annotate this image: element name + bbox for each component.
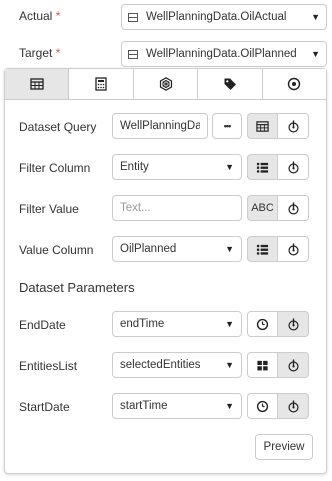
settings-panel: Dataset Query WellPlanningDa ••• Filter … (4, 68, 327, 474)
target-circle-icon (288, 77, 301, 91)
list-mode-button[interactable] (247, 154, 278, 180)
clock-mode-button[interactable] (247, 393, 278, 419)
param-label-enddate: EndDate (19, 318, 66, 332)
actual-label: Actual * (19, 9, 60, 23)
required-mark: * (55, 9, 61, 23)
binding-dial-icon (287, 242, 299, 255)
tab-target[interactable] (262, 69, 327, 99)
binding-dial-icon (287, 317, 299, 330)
param-select-enddate[interactable]: endTime ▼ (112, 311, 242, 337)
filter-column-mode-group (247, 154, 309, 180)
binding-mode-button[interactable] (278, 352, 309, 378)
table-icon (256, 120, 269, 132)
value-column-select[interactable]: OilPlanned ▼ (112, 236, 242, 262)
caret-down-icon: ▼ (311, 12, 320, 22)
tab-tag[interactable] (198, 69, 263, 99)
target-select-value: WellPlanningData.OilPlanned (146, 48, 297, 60)
param-mode-group-startdate (247, 393, 309, 419)
list-icon (256, 244, 269, 255)
tab-network[interactable] (133, 69, 199, 99)
filter-column-value: Entity (120, 161, 149, 173)
tab-calculator[interactable] (69, 69, 134, 99)
filter-value-mode-group: ABC (247, 195, 309, 221)
tag-icon (224, 78, 236, 90)
dataset-query-input[interactable]: WellPlanningDa (112, 113, 208, 139)
tab-bar (5, 69, 327, 100)
dataset-query-value: WellPlanningDa (120, 120, 200, 132)
binding-mode-button[interactable] (278, 195, 309, 221)
table-icon (30, 78, 44, 90)
binding-mode-button[interactable] (278, 154, 309, 180)
clock-icon (256, 400, 269, 412)
param-value-enddate: endTime (120, 318, 165, 330)
binding-dial-icon (287, 119, 299, 132)
filter-column-select[interactable]: Entity ▼ (112, 154, 242, 180)
target-select[interactable]: WellPlanningData.OilPlanned ▼ (121, 41, 327, 67)
preview-button[interactable]: Preview (255, 434, 313, 460)
value-column-value: OilPlanned (120, 243, 177, 255)
binding-dial-icon (287, 201, 299, 214)
dataset-query-label: Dataset Query (19, 120, 97, 134)
tab-table[interactable] (5, 69, 70, 99)
clock-icon (256, 318, 269, 330)
hexagon-network-icon (159, 77, 172, 91)
param-mode-group-entitieslist (247, 352, 309, 378)
param-value-startdate: startTime (120, 400, 168, 412)
caret-down-icon: ▼ (225, 401, 234, 411)
actual-label-text: Actual (19, 9, 53, 23)
list-mode-button[interactable] (247, 236, 278, 262)
param-mode-group-enddate (247, 311, 309, 337)
caret-down-icon: ▼ (225, 360, 234, 370)
binding-dial-icon (287, 358, 299, 371)
dataset-parameters-title: Dataset Parameters (19, 280, 135, 295)
table-icon (128, 12, 138, 22)
binding-mode-button[interactable] (278, 311, 309, 337)
filter-value-label: Filter Value (19, 202, 79, 216)
filter-column-label: Filter Column (19, 161, 91, 175)
filter-value-placeholder: Text... (120, 202, 151, 214)
more-button[interactable]: ••• (212, 113, 242, 139)
param-label-startdate: StartDate (19, 400, 70, 414)
required-mark: * (55, 46, 61, 60)
list-icon (256, 162, 269, 173)
clock-mode-button[interactable] (247, 311, 278, 337)
binding-mode-button[interactable] (278, 393, 309, 419)
table-icon (128, 49, 138, 59)
binding-mode-button[interactable] (278, 113, 309, 139)
param-select-startdate[interactable]: startTime ▼ (112, 393, 242, 419)
binding-dial-icon (287, 399, 299, 412)
actual-select[interactable]: WellPlanningData.OilActual ▼ (121, 4, 327, 30)
actual-select-value: WellPlanningData.OilActual (146, 11, 287, 23)
table-mode-button[interactable] (247, 113, 278, 139)
filter-value-input[interactable]: Text... (112, 195, 242, 221)
binding-mode-button[interactable] (278, 236, 309, 262)
caret-down-icon: ▼ (225, 244, 234, 254)
param-value-entitieslist: selectedEntities (120, 359, 201, 371)
binding-dial-icon (287, 160, 299, 173)
grid-icon (257, 360, 268, 370)
value-column-mode-group (247, 236, 309, 262)
calculator-icon (95, 77, 107, 91)
value-column-label: Value Column (19, 243, 94, 257)
target-label: Target * (19, 46, 60, 60)
caret-down-icon: ▼ (225, 162, 234, 172)
dataset-query-mode-group (247, 113, 309, 139)
caret-down-icon: ▼ (225, 319, 234, 329)
abc-mode-button[interactable]: ABC (247, 195, 278, 221)
param-label-entitieslist: EntitiesList (19, 359, 78, 373)
caret-down-icon: ▼ (311, 49, 320, 59)
target-label-text: Target (19, 46, 53, 60)
param-select-entitieslist[interactable]: selectedEntities ▼ (112, 352, 242, 378)
grid-mode-button[interactable] (247, 352, 278, 378)
